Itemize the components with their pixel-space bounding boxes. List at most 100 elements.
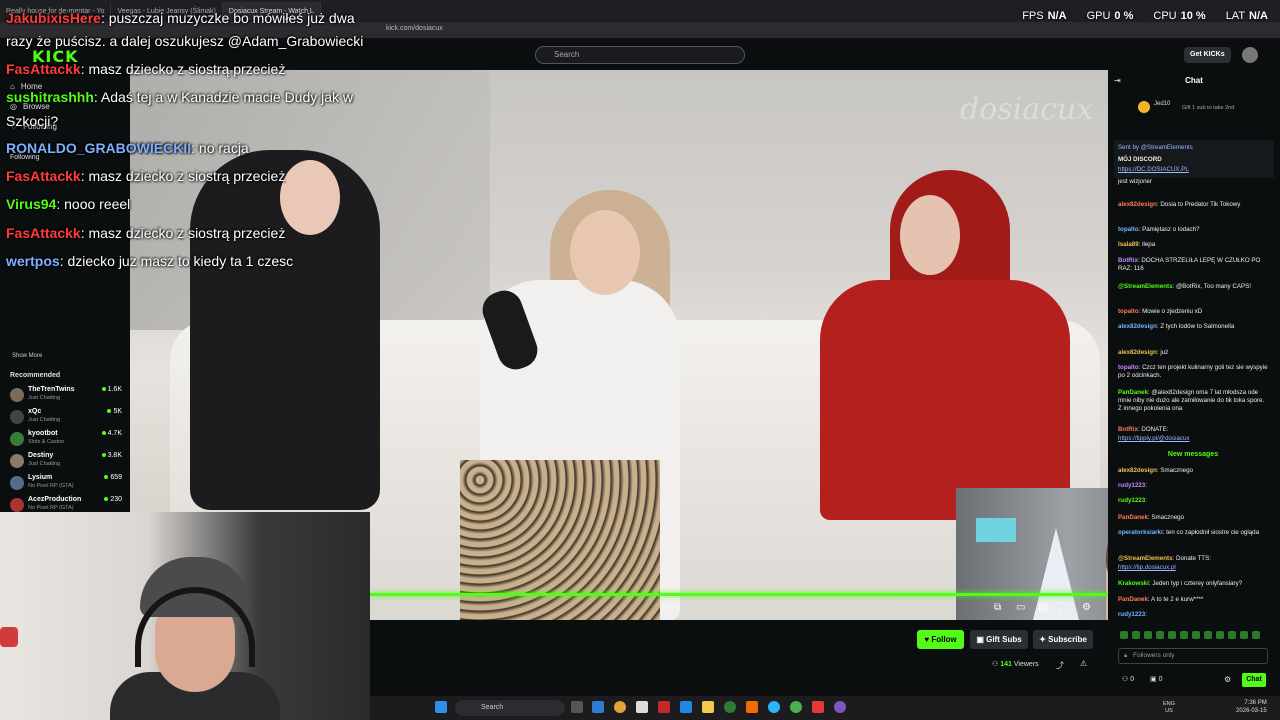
chat-message[interactable]: https://tip.dosiacux.pl: [1118, 564, 1268, 572]
chat-message[interactable]: @StreamElements: @BotRix, Too many CAPS!: [1118, 283, 1268, 291]
get-kicks-button[interactable]: Get KICKs: [1184, 47, 1231, 63]
app-orange-icon[interactable]: [746, 701, 758, 713]
show-more-link[interactable]: Show More: [12, 353, 42, 359]
emote-icon[interactable]: [1132, 631, 1140, 639]
task-view-icon[interactable]: [571, 701, 583, 713]
emote-icon[interactable]: [1156, 631, 1164, 639]
chat-message[interactable]: topalto: Mowie o zjedzeniu xD: [1118, 308, 1268, 316]
recommended-channel[interactable]: Lysium No Pixel RP (GTA) 659: [10, 473, 124, 493]
chat-message[interactable]: topalto: Czcz ten projekt kulinarny goli…: [1118, 364, 1268, 380]
chat-username[interactable]: BotRix: [1118, 257, 1138, 264]
chat-username[interactable]: @StreamElements: [1118, 283, 1173, 290]
emote-icon[interactable]: [1144, 631, 1152, 639]
chat-send-button[interactable]: Chat: [1242, 673, 1266, 687]
chat-username[interactable]: alex82design: [1118, 323, 1157, 330]
chat-message[interactable]: Isala89: llepa: [1118, 241, 1268, 249]
chat-username[interactable]: rudy1223: [1118, 611, 1145, 618]
app-green-icon[interactable]: [724, 701, 736, 713]
chat-username[interactable]: topalto: [1118, 308, 1139, 315]
video-progress-bar[interactable]: [370, 593, 1108, 596]
chat-message[interactable]: PanDanek: @alex82design oma 7 lat młodsz…: [1118, 389, 1268, 413]
chat-input[interactable]: Followers only: [1118, 648, 1268, 664]
brave-icon[interactable]: [812, 701, 824, 713]
chat-message[interactable]: alex82design: już: [1118, 349, 1268, 357]
emote-icon[interactable]: [1180, 631, 1188, 639]
chat-message[interactable]: alex82design: Smacznego: [1118, 467, 1268, 475]
pinned-link[interactable]: https://DC.DOSIACUX.PL: [1118, 166, 1268, 174]
chat-settings-icon[interactable]: ⚙: [1224, 675, 1231, 684]
subscribe-button[interactable]: ✦ Subscribe: [1033, 630, 1093, 649]
share-icon[interactable]: ⤴: [1056, 660, 1064, 671]
chat-message[interactable]: PanDanek: A to te 2 e kurw****: [1118, 596, 1268, 604]
theater-mode-icon[interactable]: ▭: [1016, 602, 1025, 613]
user-avatar[interactable]: [1242, 47, 1258, 63]
chat-username[interactable]: alex82design: [1118, 201, 1157, 208]
discord-icon[interactable]: [834, 701, 846, 713]
windows-start-icon[interactable]: [435, 701, 447, 713]
folder-icon[interactable]: [702, 701, 714, 713]
pip-toggle-icon[interactable]: ⧉: [994, 602, 1001, 613]
fullscreen-icon[interactable]: ⛶: [1060, 602, 1067, 613]
recommended-channel[interactable]: kyootbot Slots & Casino 4.7K: [10, 429, 124, 449]
chat-username[interactable]: PanDanek: [1118, 596, 1148, 603]
chat-username[interactable]: alex82design: [1118, 349, 1157, 356]
chat-message[interactable]: alex82design: Z tych lodów to Salmonella: [1118, 323, 1268, 331]
chat-username[interactable]: PanDanek: [1118, 389, 1148, 396]
clip-icon[interactable]: ▤: [1038, 602, 1047, 613]
chat-username[interactable]: rudy1223: [1118, 482, 1145, 489]
emote-icon[interactable]: [1120, 631, 1128, 639]
chat-username[interactable]: rudy1223: [1118, 497, 1145, 504]
points-icon[interactable]: ⚇ 0: [1122, 675, 1134, 683]
chat-message[interactable]: Krakowski: Jeden typ i czterey onlyfansi…: [1118, 580, 1268, 588]
edge-icon[interactable]: [768, 701, 780, 713]
follow-button[interactable]: ♥ Follow: [917, 630, 964, 649]
emote-icon[interactable]: [1240, 631, 1248, 639]
emote-icon[interactable]: [1204, 631, 1212, 639]
new-messages-divider[interactable]: New messages: [1118, 451, 1268, 458]
recommended-channel[interactable]: Destiny Just Chatting 3.8K: [10, 451, 124, 471]
chat-username[interactable]: operatorksiarki: [1118, 529, 1163, 536]
gift-sub-user[interactable]: Jed10: [1154, 101, 1170, 107]
chat-username[interactable]: topalto: [1118, 364, 1139, 371]
app-l-icon[interactable]: [658, 701, 670, 713]
chat-message[interactable]: rudy1223:: [1118, 611, 1268, 619]
chat-message[interactable]: alex82design: Dosia to Predator Tik Toko…: [1118, 201, 1268, 209]
emote-icon[interactable]: [1216, 631, 1224, 639]
wallet-icon[interactable]: ▣ 0: [1150, 675, 1162, 683]
chat-username[interactable]: PanDanek: [1118, 514, 1148, 521]
chat-message[interactable]: rudy1223:: [1118, 497, 1268, 505]
emote-icon[interactable]: [1192, 631, 1200, 639]
chat-message[interactable]: https://tipply.pl/@dosiacux: [1118, 435, 1268, 443]
chat-link[interactable]: https://tipply.pl/@dosiacux: [1118, 435, 1190, 442]
chat-message[interactable]: PanDanek: Smacznego: [1118, 514, 1268, 522]
chat-message[interactable]: BotRix: DONATE:: [1118, 426, 1268, 434]
chat-username[interactable]: Krakowski: [1118, 580, 1149, 587]
emote-icon[interactable]: [1228, 631, 1236, 639]
chat-message[interactable]: @StreamElements: Donate TTS:: [1118, 555, 1268, 563]
chat-username[interactable]: topalto: [1118, 226, 1139, 233]
chat-message[interactable]: topalto: Pamiętasz o lodach?: [1118, 226, 1268, 234]
settings-gear-icon[interactable]: ⚙: [1082, 602, 1091, 613]
chat-message[interactable]: jest wizjoner: [1118, 178, 1268, 186]
vscode-icon[interactable]: [592, 701, 604, 713]
search-input[interactable]: Search: [535, 46, 745, 64]
emote-icon[interactable]: [1252, 631, 1260, 639]
chat-username[interactable]: @StreamElements: [1118, 555, 1173, 562]
chat-username[interactable]: BotRix: [1118, 426, 1138, 433]
chat-message[interactable]: rudy1223:: [1118, 482, 1268, 490]
language-indicator[interactable]: ENG US: [1163, 701, 1175, 715]
chrome-icon[interactable]: [614, 701, 626, 713]
report-icon[interactable]: ⚠: [1080, 659, 1087, 668]
system-clock[interactable]: 7:36 PM 2026-03-15: [1236, 699, 1267, 715]
chat-message[interactable]: operatorksiarki: ten co zapłodnił siostr…: [1118, 529, 1268, 537]
emote-icon[interactable]: [1168, 631, 1176, 639]
gift-subs-button[interactable]: ▣ Gift Subs: [970, 630, 1028, 649]
collapse-chat-icon[interactable]: ⇥: [1114, 76, 1121, 85]
chat-message[interactable]: BotRix: DOCHA STRZELIŁA LEPĘ W CZUŁKO PO…: [1118, 257, 1268, 273]
chat-username[interactable]: Isala89: [1118, 241, 1139, 248]
recommended-channel[interactable]: xQc Just Chatting 5K: [10, 407, 124, 427]
taskbar-search[interactable]: Search: [455, 700, 565, 716]
chat-username[interactable]: alex82design: [1118, 467, 1157, 474]
mail-icon[interactable]: [680, 701, 692, 713]
address-url[interactable]: kick.com/dosiacux: [386, 25, 443, 32]
